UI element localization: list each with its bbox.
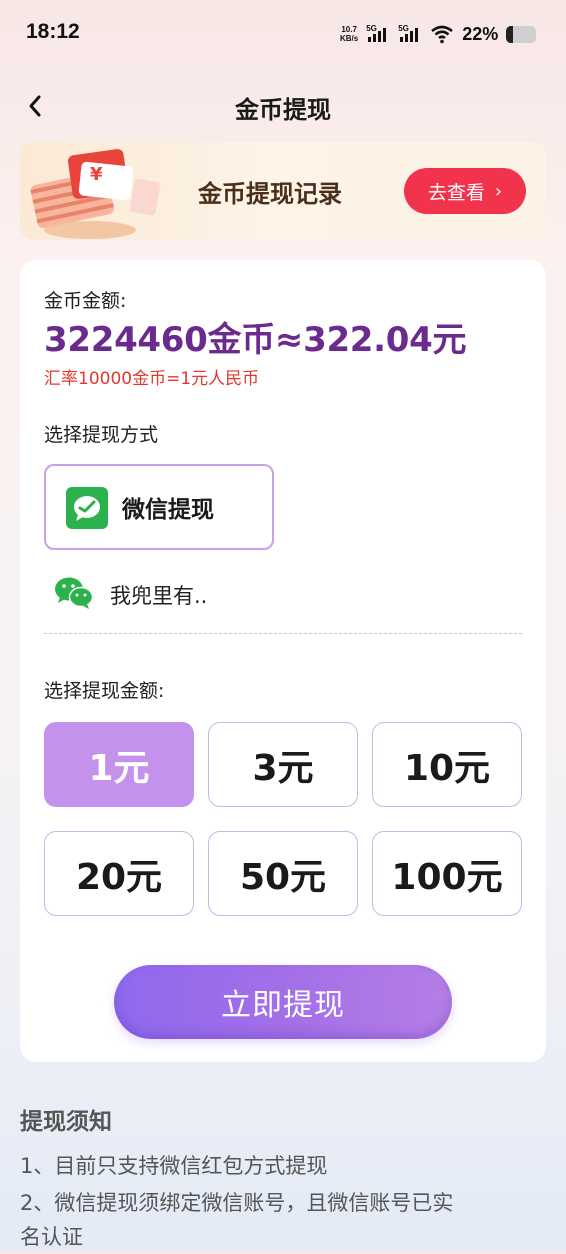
divider (44, 633, 522, 634)
page-title: 金币提现 (235, 96, 331, 124)
amount-option-1[interactable]: 1元 (44, 722, 194, 807)
amount-option-20[interactable]: 20元 (44, 831, 194, 916)
battery-icon (506, 25, 537, 43)
coin-amount-label: 金币金额: (44, 290, 127, 312)
chevron-right-icon: › (494, 180, 503, 202)
net-speed-unit: KB/s (340, 34, 359, 43)
withdraw-now-button[interactable]: 立即提现 (114, 965, 452, 1039)
signal-icon: 5G (366, 24, 390, 44)
signal-icon: 5G (398, 24, 422, 44)
amount-option-50[interactable]: 50元 (208, 831, 358, 916)
wechat-icon (55, 577, 94, 609)
amount-label: 选择提现金额: (44, 680, 165, 702)
view-records-button[interactable]: 去查看 › (404, 168, 526, 214)
notice-line: 名认证 (20, 1225, 83, 1249)
amount-option-3[interactable]: 3元 (208, 722, 358, 807)
red-envelope-illustration: ¥ (30, 149, 161, 239)
amount-option-100[interactable]: 100元 (372, 831, 522, 916)
wechat-withdraw-label: 微信提现 (122, 497, 214, 523)
amount-option-10[interactable]: 10元 (372, 722, 522, 807)
wifi-icon (431, 25, 454, 44)
banner-title: 金币提现记录 (198, 180, 342, 208)
exchange-rate-text: 汇率10000金币=1元人民币 (44, 369, 260, 389)
view-records-label: 去查看 (427, 181, 485, 204)
svg-text:¥: ¥ (90, 164, 103, 185)
notice-line: 1、目前只支持微信红包方式提现 (20, 1154, 328, 1178)
notice-title: 提现须知 (20, 1109, 112, 1135)
wechat-pay-icon (66, 487, 108, 529)
wechat-account-name: 我兜里有.. (110, 584, 208, 608)
net-speed-value: 10.7 (341, 25, 357, 34)
notice-line: 2、微信提现须绑定微信账号，且微信账号已实 (20, 1191, 454, 1215)
status-icons: 10.7 KB/s 5G 5G 22% (340, 20, 537, 48)
net-speed: 10.7 KB/s (340, 25, 358, 43)
withdraw-record-banner[interactable]: ¥ 金币提现记录 去查看 › (20, 142, 546, 240)
battery-percent: 22% (462, 23, 499, 44)
coin-balance-value: 3224460金币≈322.04元 (44, 320, 467, 360)
status-time: 18:12 (26, 20, 80, 43)
method-label: 选择提现方式 (44, 424, 159, 446)
